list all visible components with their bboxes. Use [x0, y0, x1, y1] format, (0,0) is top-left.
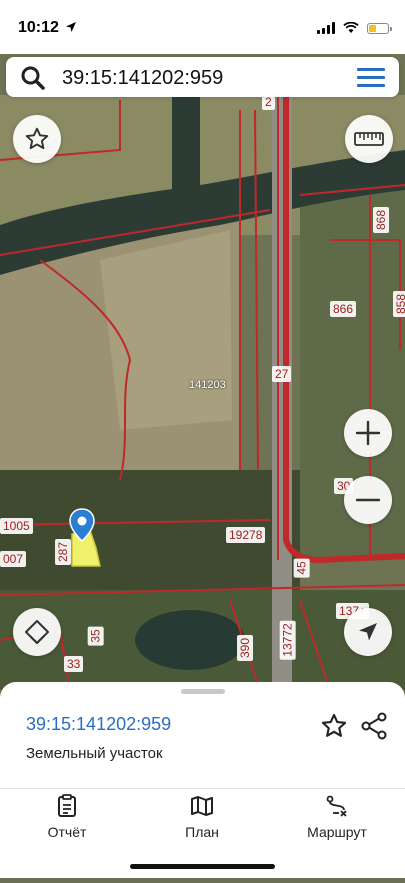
- route-icon: [326, 795, 347, 817]
- status-time: 10:12: [18, 19, 77, 37]
- menu-icon[interactable]: [357, 68, 385, 88]
- parcel-number: 39:15:141202:959: [26, 714, 172, 734]
- tab-plan[interactable]: План: [147, 794, 257, 840]
- zoom-in-icon: [355, 420, 381, 446]
- map-label: 13772: [279, 620, 296, 660]
- my-location-button[interactable]: [344, 608, 392, 656]
- map-label: 19278: [226, 527, 266, 543]
- home-indicator: [130, 864, 275, 869]
- map-label: 1005: [0, 518, 33, 534]
- parcel-type: Земельный участок: [26, 745, 163, 762]
- map-label: 007: [0, 551, 27, 567]
- favorite-button[interactable]: [13, 115, 61, 163]
- search-bar: [6, 57, 399, 97]
- map-label: 35: [87, 626, 104, 646]
- report-icon: [58, 794, 76, 817]
- map-label: 27: [272, 366, 292, 382]
- ruler-icon: [354, 132, 384, 146]
- map-label: 287: [55, 538, 72, 566]
- search-input[interactable]: [60, 63, 344, 93]
- map-label: 858: [393, 290, 405, 318]
- sheet-divider: [0, 788, 405, 789]
- layers-icon: [25, 620, 49, 644]
- status-bar: 10:12: [0, 0, 405, 54]
- signal-icon: [317, 22, 335, 34]
- navigation-arrow-icon: [359, 623, 377, 641]
- search-icon[interactable]: [20, 65, 46, 91]
- sheet-grabber[interactable]: [181, 689, 225, 694]
- tab-route[interactable]: Маршрут: [282, 794, 392, 840]
- zoom-in-button[interactable]: [344, 409, 392, 457]
- star-icon[interactable]: [320, 712, 348, 740]
- map-label: 866: [330, 301, 357, 317]
- location-pin-icon[interactable]: [69, 508, 95, 542]
- location-arrow-icon: [66, 22, 77, 32]
- map-icon: [191, 796, 213, 816]
- ruler-button[interactable]: [345, 115, 393, 163]
- map-label: 45: [293, 558, 310, 578]
- wifi-icon: [343, 22, 359, 33]
- map-label: 868: [373, 206, 390, 234]
- zoom-out-button[interactable]: [344, 476, 392, 524]
- map-label: 390: [237, 634, 254, 662]
- tab-report-label: Отчёт: [47, 824, 87, 840]
- map-label-block: 141203: [189, 379, 226, 391]
- battery-icon: [367, 22, 392, 34]
- zoom-out-icon: [355, 498, 381, 502]
- share-icon[interactable]: [360, 712, 388, 740]
- tab-report[interactable]: Отчёт: [12, 794, 122, 840]
- tab-route-label: Маршрут: [307, 824, 367, 840]
- map-label: 33: [64, 656, 84, 672]
- star-icon: [25, 127, 49, 150]
- parcel-info-sheet[interactable]: 39:15:141202:959 Земельный участок Отчёт…: [0, 682, 405, 878]
- tab-plan-label: План: [185, 824, 219, 840]
- layers-button[interactable]: [13, 608, 61, 656]
